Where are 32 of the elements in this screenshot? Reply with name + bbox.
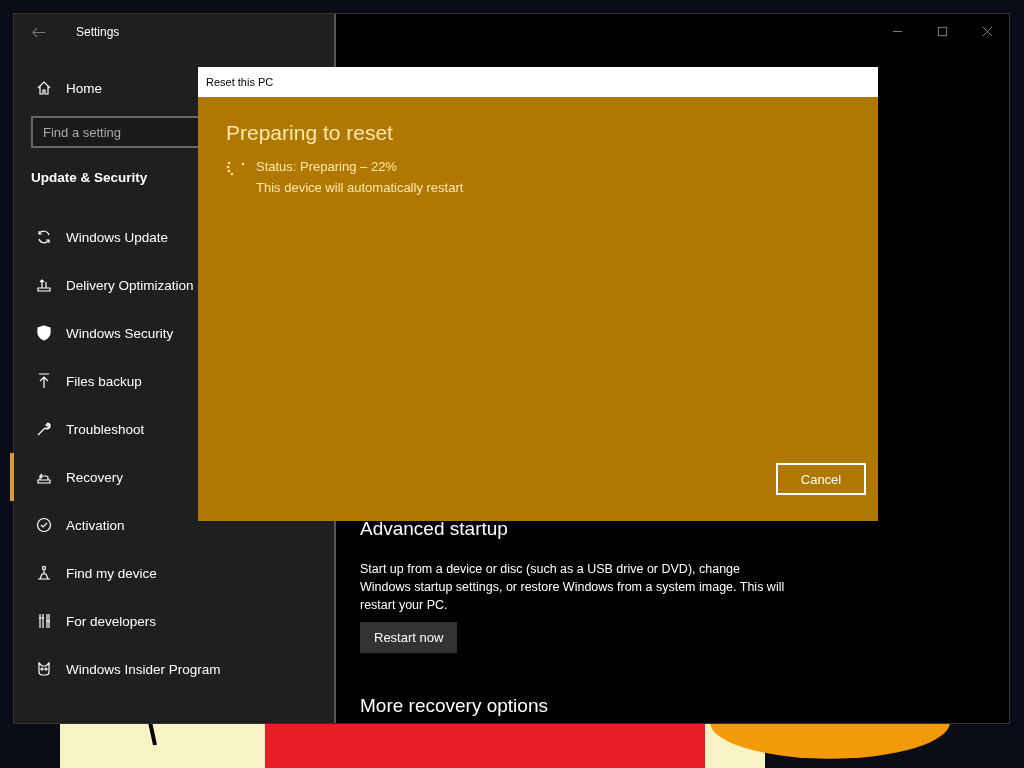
sidebar-item[interactable]: Windows Security — [10, 309, 334, 357]
sidebar-item[interactable]: Files backup — [10, 357, 334, 405]
dialog-title: Reset this PC — [198, 67, 878, 97]
section-heading: Advanced startup — [360, 518, 509, 540]
window-title: Settings — [76, 25, 120, 39]
home-icon — [36, 80, 52, 96]
sidebar-item[interactable]: Find my device — [10, 549, 334, 597]
section-heading: More recovery options — [360, 695, 549, 717]
sidebar-item[interactable]: Windows Insider Program — [10, 645, 334, 693]
spinner-icon — [226, 161, 246, 177]
tools-icon — [36, 613, 52, 629]
restart-now-button[interactable]: Restart now — [360, 622, 458, 653]
sidebar-item[interactable]: Activation — [10, 501, 334, 549]
check-circle-icon — [36, 517, 52, 533]
description-text: Start up from a device or disc (such as a USB drive or DVD), change Windows startup settings, or restore Windows from a system image. This will restart your PC. — [360, 561, 786, 614]
cat-face-icon — [36, 661, 52, 677]
cancel-button[interactable]: Cancel — [776, 463, 866, 495]
sidebar-item[interactable]: For developers — [10, 597, 334, 645]
maximize-icon[interactable] — [937, 25, 948, 37]
upload-arrow-icon — [36, 373, 52, 389]
close-icon[interactable] — [982, 25, 993, 37]
sync-icon — [36, 229, 52, 245]
shield-icon — [36, 325, 52, 341]
tray-upload-icon — [36, 277, 52, 293]
person-pin-icon — [36, 565, 52, 581]
restart-note: This device will automatically restart — [256, 180, 464, 195]
sidebar-item[interactable]: Windows Update — [10, 213, 334, 261]
section-heading: Update & Security — [31, 170, 148, 185]
sidebar-item[interactable]: Delivery Optimization — [10, 261, 334, 309]
sidebar-item[interactable]: Troubleshoot — [10, 405, 334, 453]
status-text: Status: Preparing – 22% — [256, 159, 398, 174]
back-arrow-icon[interactable] — [32, 26, 46, 38]
